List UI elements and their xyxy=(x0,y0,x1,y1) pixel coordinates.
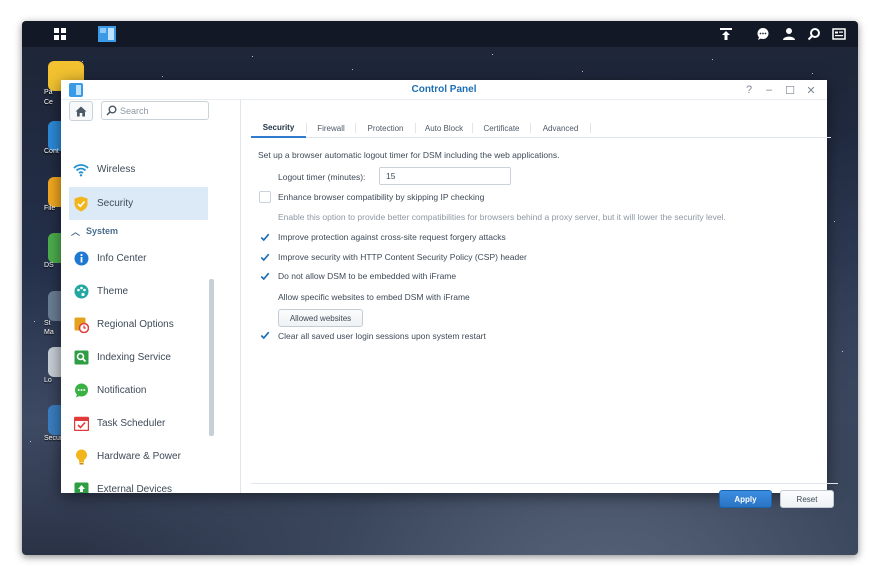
shield-icon xyxy=(73,196,89,212)
tab-advanced[interactable]: Advanced xyxy=(531,118,590,138)
widgets-icon[interactable] xyxy=(829,24,849,44)
clear-sessions-label: Clear all saved user login sessions upon… xyxy=(278,331,486,341)
skip-ip-check-checkbox[interactable] xyxy=(259,191,271,203)
home-icon xyxy=(75,106,87,116)
allowed-websites-button[interactable]: Allowed websites xyxy=(278,309,363,327)
sidebar-section-label: System xyxy=(86,226,119,236)
desktop: Pa Ce Cont File DS St Ma Lo Securi Contr… xyxy=(22,21,858,555)
window-title: Control Panel xyxy=(411,84,477,95)
sidebar: Wireless Security ︿ System Info Center xyxy=(61,100,241,493)
chat-bubble-icon xyxy=(73,383,89,399)
chat-icon[interactable] xyxy=(753,24,773,44)
csp-header-checkbox[interactable] xyxy=(259,251,271,263)
skip-ip-check-note: Enable this option to provide better com… xyxy=(278,212,726,222)
csp-header-label: Improve security with HTTP Content Secur… xyxy=(278,252,527,262)
tab-certificate[interactable]: Certificate xyxy=(473,118,530,138)
tab-security[interactable]: Security xyxy=(251,118,306,138)
sidebar-item-wireless[interactable]: Wireless xyxy=(69,153,208,186)
desktop-icon-label: File xyxy=(44,205,56,212)
clock-icon xyxy=(73,317,89,333)
desktop-icon-label: St xyxy=(44,320,51,327)
sidebar-item-theme[interactable]: Theme xyxy=(69,275,208,308)
sidebar-scrollbar[interactable] xyxy=(209,279,214,436)
tab-firewall[interactable]: Firewall xyxy=(307,118,355,138)
minimize-icon: – xyxy=(765,84,773,96)
checkmark-icon xyxy=(260,331,270,339)
iframe-allow-note: Allow specific websites to embed DSM wit… xyxy=(278,292,470,302)
reset-button[interactable]: Reset xyxy=(780,490,834,508)
info-icon xyxy=(73,251,89,267)
tab-protection[interactable]: Protection xyxy=(356,118,415,138)
lightbulb-icon xyxy=(73,449,89,465)
sidebar-section-system[interactable]: ︿ System xyxy=(71,223,118,239)
sidebar-item-task-scheduler[interactable]: Task Scheduler xyxy=(69,407,208,440)
checkmark-icon xyxy=(260,233,270,241)
checkmark-icon xyxy=(260,253,270,261)
search-icon xyxy=(106,105,117,116)
upload-box-icon xyxy=(73,482,89,493)
sidebar-item-label: External Devices xyxy=(97,484,173,493)
chevron-up-icon: ︿ xyxy=(71,226,81,237)
search-icon[interactable] xyxy=(804,24,824,44)
desktop-icon-label: Cont xyxy=(44,148,59,155)
checkmark-icon xyxy=(260,272,270,280)
desktop-icon-label: DS xyxy=(44,262,54,269)
sidebar-item-regional-options[interactable]: Regional Options xyxy=(69,308,208,341)
wifi-icon xyxy=(73,162,89,178)
sidebar-item-label: Indexing Service xyxy=(97,352,171,363)
tab-bar: Security Firewall Protection Auto Block … xyxy=(251,118,831,138)
upload-icon[interactable] xyxy=(716,24,736,44)
apply-button[interactable]: Apply xyxy=(719,490,772,508)
close-icon: ✕ xyxy=(806,84,816,97)
grid-icon[interactable] xyxy=(50,24,70,44)
help-icon: ? xyxy=(745,84,753,96)
sidebar-item-hardware-power[interactable]: Hardware & Power xyxy=(69,440,208,473)
sidebar-item-label: Notification xyxy=(97,385,147,396)
sidebar-item-label: Info Center xyxy=(97,253,147,264)
palette-icon xyxy=(73,284,89,300)
iframe-block-label: Do not allow DSM to be embedded with iFr… xyxy=(278,271,457,281)
sidebar-item-notification[interactable]: Notification xyxy=(69,374,208,407)
home-button[interactable] xyxy=(69,101,93,121)
sidebar-item-external-devices[interactable]: External Devices xyxy=(69,473,208,493)
sidebar-item-security[interactable]: Security xyxy=(69,187,208,220)
skip-ip-check-label: Enhance browser compatibility by skippin… xyxy=(278,192,485,202)
clear-sessions-checkbox[interactable] xyxy=(259,329,271,341)
sidebar-item-label: Task Scheduler xyxy=(97,418,166,429)
control-panel-window: Control Panel ? – ☐ ✕ Wireless xyxy=(61,80,838,508)
search-box[interactable] xyxy=(101,101,209,120)
desktop-icon-label: Lo xyxy=(44,377,52,384)
maximize-button[interactable]: ☐ xyxy=(782,82,798,98)
sidebar-item-label: Security xyxy=(97,198,134,209)
control-panel-icon[interactable] xyxy=(97,24,117,44)
desktop-icon-label: Ma xyxy=(44,329,54,336)
csrf-protection-checkbox[interactable] xyxy=(259,231,271,243)
sidebar-item-label: Regional Options xyxy=(97,319,174,330)
logout-timer-input[interactable] xyxy=(379,167,511,185)
search-input[interactable] xyxy=(120,104,206,118)
tab-divider xyxy=(590,123,591,133)
sidebar-item-label: Wireless xyxy=(97,164,136,175)
iframe-block-checkbox[interactable] xyxy=(259,270,271,282)
sidebar-item-label: Theme xyxy=(97,286,129,297)
close-button[interactable]: ✕ xyxy=(803,82,819,98)
maximize-icon: ☐ xyxy=(785,84,795,97)
footer-divider xyxy=(251,483,838,484)
help-button[interactable]: ? xyxy=(741,82,757,98)
desktop-icon-label: Pa xyxy=(44,89,53,96)
sidebar-item-indexing-service[interactable]: Indexing Service xyxy=(69,341,208,374)
taskbar xyxy=(22,21,858,47)
minimize-button[interactable]: – xyxy=(761,82,777,98)
csrf-protection-label: Improve protection against cross-site re… xyxy=(278,232,506,242)
calendar-check-icon xyxy=(73,416,89,432)
logout-timer-label: Logout timer (minutes): xyxy=(278,172,366,182)
window-titlebar[interactable]: Control Panel ? – ☐ ✕ xyxy=(61,80,827,100)
tab-auto-block[interactable]: Auto Block xyxy=(416,118,472,138)
magnifier-icon xyxy=(73,350,89,366)
user-icon[interactable] xyxy=(779,24,799,44)
desktop-icon-label: Ce xyxy=(44,99,53,106)
sidebar-item-info-center[interactable]: Info Center xyxy=(69,242,208,275)
logout-timer-description: Set up a browser automatic logout timer … xyxy=(258,150,560,160)
sidebar-item-label: Hardware & Power xyxy=(97,451,181,462)
